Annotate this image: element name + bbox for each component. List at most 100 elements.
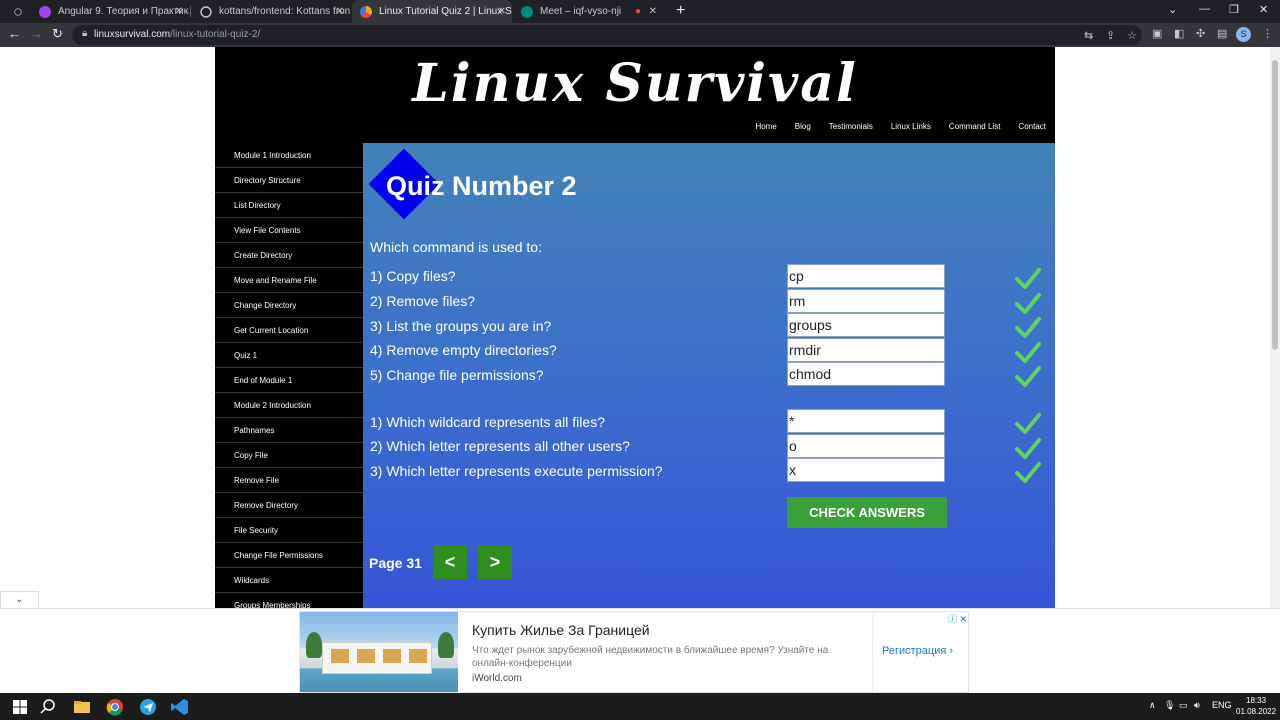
minimize-icon[interactable]: —: [1199, 3, 1210, 15]
answer-field[interactable]: o: [787, 434, 945, 458]
tab-linux-quiz[interactable]: Linux Tutorial Quiz 2 | Linux Surv ✕: [352, 0, 512, 23]
page-number: Page 31: [369, 555, 422, 571]
sidebar-item-end-module1[interactable]: End of Module 1: [215, 368, 363, 393]
recording-indicator-icon: ●: [634, 6, 641, 17]
tab-kottans[interactable]: kottans/frontend: Kottans fronte ✕: [192, 0, 350, 23]
tab-separator: [190, 6, 191, 17]
sidebar-item-get-current-location[interactable]: Get Current Location: [215, 318, 363, 343]
back-icon[interactable]: ←: [8, 26, 21, 41]
menu-kebab-icon[interactable]: ⋮: [1262, 27, 1273, 40]
tab-title: kottans/frontend: Kottans fronte: [219, 6, 350, 17]
search-icon[interactable]: [38, 697, 58, 717]
bookmark-star-icon[interactable]: ☆: [1127, 29, 1137, 42]
tab-angular[interactable]: Angular 9. Теория и Практика 2 ✕: [31, 0, 189, 23]
next-page-button[interactable]: >: [478, 545, 512, 579]
scrollbar-thumb[interactable]: [1272, 60, 1278, 350]
sidebar-item-directory-structure[interactable]: Directory Structure: [215, 168, 363, 193]
windows-taskbar: ∧ 🎙︎ ▭ 🔊︎ ENG 18:33 01.08.2022: [0, 693, 1280, 720]
tray-chevron-icon[interactable]: ∧: [1149, 700, 1156, 711]
sidepanel-icon[interactable]: ▤: [1217, 27, 1227, 40]
ad-title[interactable]: Купить Жилье За Границей: [472, 622, 650, 638]
site-logo[interactable]: Linux Survival: [215, 53, 1055, 114]
meet-favicon-icon: [521, 5, 533, 18]
sidebar-item-view-file-contents[interactable]: View File Contents: [215, 218, 363, 243]
sidebar-item-wildcards[interactable]: Wildcards: [215, 568, 363, 593]
tab-meet[interactable]: Meet – iqf-vyso-nji ● ✕: [513, 0, 663, 23]
ad-info-close-icon[interactable]: ⓘ ✕: [948, 612, 967, 625]
clock-time: 18:33: [1246, 696, 1267, 705]
network-icon[interactable]: ▭: [1179, 700, 1188, 711]
extensions-puzzle-icon[interactable]: ✣: [1196, 27, 1205, 40]
nav-contact[interactable]: Contact: [1018, 122, 1046, 131]
answer-field[interactable]: x: [787, 458, 945, 482]
url-text[interactable]: linuxsurvival.com/linux-tutorial-quiz-2/: [94, 29, 260, 40]
github-tab-icon[interactable]: [6, 0, 30, 23]
forward-icon[interactable]: →: [30, 26, 43, 41]
answer-field[interactable]: rm: [787, 289, 945, 313]
ad-banner[interactable]: Купить Жилье За Границей Что ждет рынок …: [299, 611, 969, 693]
question-label: 2) Which letter represents all other use…: [370, 438, 630, 454]
question-label: 3) List the groups you are in?: [370, 318, 552, 334]
system-clock[interactable]: 18:33 01.08.2022: [1236, 695, 1276, 717]
ad-register-link[interactable]: Регистрация ›: [882, 645, 953, 657]
close-tab-icon[interactable]: ✕: [498, 6, 506, 17]
volume-icon[interactable]: 🔊︎: [1194, 700, 1200, 711]
restore-icon[interactable]: ❐: [1229, 3, 1239, 16]
translate-icon[interactable]: ⇆: [1084, 29, 1093, 42]
sidebar-item-remove-directory[interactable]: Remove Directory: [215, 493, 363, 518]
sidebar-item-change-directory[interactable]: Change Directory: [215, 293, 363, 318]
close-tab-icon[interactable]: ✕: [175, 6, 183, 17]
previous-page-button[interactable]: <: [433, 545, 467, 579]
vscode-icon[interactable]: [170, 697, 190, 717]
reload-icon[interactable]: ↻: [52, 26, 63, 42]
close-window-icon[interactable]: ✕: [1259, 3, 1268, 16]
windows-start-icon[interactable]: [10, 697, 30, 717]
language-indicator[interactable]: ENG: [1212, 700, 1232, 710]
sidebar-item-file-security[interactable]: File Security: [215, 518, 363, 543]
tab-search-icon[interactable]: ⌄: [1168, 3, 1177, 16]
profile-avatar[interactable]: S: [1236, 27, 1251, 42]
tab-title: Meet – iqf-vyso-nji: [540, 6, 622, 17]
telegram-icon[interactable]: [138, 697, 158, 717]
close-tab-icon[interactable]: ✕: [336, 6, 344, 17]
sidebar-item-groups-memberships[interactable]: Groups Memberships: [215, 593, 363, 608]
sidebar-item-quiz1[interactable]: Quiz 1: [215, 343, 363, 368]
ad-image[interactable]: [300, 612, 458, 692]
tree-decoration: [306, 632, 322, 658]
nav-testimonials[interactable]: Testimonials: [829, 122, 873, 131]
sidebar-item-module2-intro[interactable]: Module 2 Introduction: [215, 393, 363, 418]
new-tab-button[interactable]: +: [676, 2, 685, 20]
sidebar-item-module1-intro[interactable]: Module 1 Introduction: [215, 143, 363, 168]
sidebar-item-copy-file[interactable]: Copy File: [215, 443, 363, 468]
chevron-down-icon[interactable]: ⌄: [0, 591, 39, 608]
address-bar[interactable]: 🔒︎ linuxsurvival.com/linux-tutorial-quiz…: [72, 25, 1142, 45]
ad-domain[interactable]: iWorld.com: [472, 673, 522, 684]
close-tab-icon[interactable]: ✕: [649, 6, 657, 17]
correct-check-icon: [1015, 293, 1041, 314]
nav-linux-links[interactable]: Linux Links: [891, 122, 931, 131]
nav-blog[interactable]: Blog: [795, 122, 811, 131]
answer-field[interactable]: cp: [787, 264, 945, 288]
check-answers-button[interactable]: CHECK ANSWERS: [787, 497, 947, 528]
question-label: 1) Copy files?: [370, 268, 456, 284]
microphone-icon[interactable]: 🎙︎: [1164, 700, 1175, 711]
extension-icon[interactable]: ◧: [1174, 27, 1184, 40]
correct-check-icon: [1015, 413, 1041, 434]
share-icon[interactable]: ⇪: [1106, 29, 1115, 42]
nav-command-list[interactable]: Command List: [949, 122, 1001, 131]
sidebar-item-pathnames[interactable]: Pathnames: [215, 418, 363, 443]
sidebar-item-list-directory[interactable]: List Directory: [215, 193, 363, 218]
sidebar-item-create-directory[interactable]: Create Directory: [215, 243, 363, 268]
answer-field[interactable]: *: [787, 409, 945, 433]
nav-home[interactable]: Home: [755, 122, 776, 131]
extension-icon[interactable]: ▣: [1152, 27, 1162, 40]
sidebar-item-remove-file[interactable]: Remove File: [215, 468, 363, 493]
lock-icon[interactable]: 🔒︎: [82, 28, 87, 39]
answer-field[interactable]: chmod: [787, 362, 945, 386]
chrome-icon[interactable]: [105, 697, 125, 717]
sidebar-item-change-file-permissions[interactable]: Change File Permissions: [215, 543, 363, 568]
answer-field[interactable]: groups: [787, 313, 945, 337]
sidebar-item-move-rename-file[interactable]: Move and Rename File: [215, 268, 363, 293]
answer-field[interactable]: rmdir: [787, 338, 945, 362]
file-explorer-icon[interactable]: [72, 697, 92, 717]
